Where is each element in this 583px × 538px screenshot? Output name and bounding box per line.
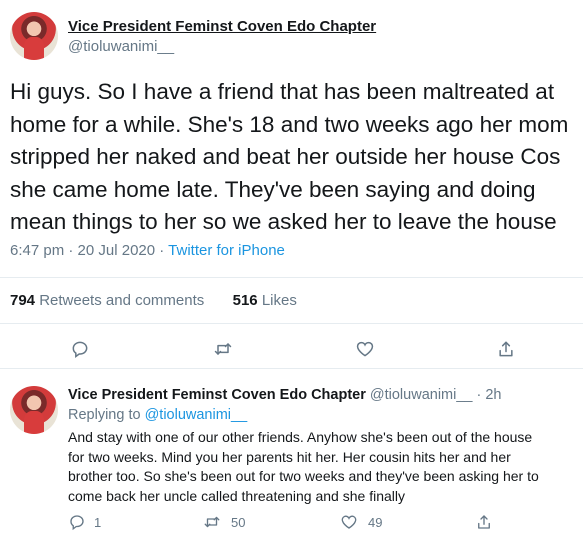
heart-icon [356, 341, 374, 357]
retweets-stat[interactable]: 794 Retweets and comments [10, 292, 204, 309]
tweet-text-line: she came home late. They've been saying … [10, 176, 536, 202]
share-icon [499, 341, 513, 357]
author-handle[interactable]: @tioluwanimi__ [68, 38, 174, 55]
tweet-text-line: mean things to her so we asked her to le… [10, 209, 557, 234]
reply-retweet-button[interactable]: 50 [203, 513, 245, 531]
reply-text-line: for two weeks. Mind you her parents hit … [68, 448, 511, 465]
reply-button[interactable] [70, 339, 90, 359]
likes-count: 516 [232, 292, 258, 309]
replying-to-handle[interactable]: @tioluwanimi__ [145, 407, 248, 423]
tweet-text: Hi guys. So I have a friend that has bee… [10, 76, 570, 239]
author-name[interactable]: Vice President Feminst Coven Edo Chapter [68, 18, 376, 35]
retweet-count: 50 [231, 514, 246, 530]
retweet-icon [204, 516, 220, 528]
reply-avatar[interactable] [10, 386, 58, 434]
reply-comment-button[interactable]: 1 [68, 513, 101, 531]
tweet-text-line: stripped her naked and beat her outside … [10, 144, 561, 169]
avatar[interactable] [10, 12, 58, 60]
reply-text: And stay with one of our other friends. … [68, 428, 573, 506]
tweet-timestamp[interactable]: 6:47 pm · 20 Jul 2020 · [10, 242, 168, 259]
share-icon [478, 515, 490, 529]
retweet-icon [214, 343, 232, 355]
tweet-meta: 6:47 pm · 20 Jul 2020 · Twitter for iPho… [10, 242, 285, 259]
share-button[interactable] [496, 339, 516, 359]
retweets-label: Retweets and comments [35, 292, 205, 309]
divider [0, 323, 583, 324]
reply-count: 1 [94, 514, 102, 530]
tweet-source-link[interactable]: Twitter for iPhone [168, 242, 285, 259]
reply-text-line: And stay with one of our other friends. … [68, 429, 533, 445]
tweet-text-line: home for a while. She's 18 and two weeks… [10, 111, 569, 137]
reply-text-line: brother too. So she's been out for two w… [68, 468, 539, 484]
comment-icon [70, 515, 84, 531]
like-button[interactable] [355, 339, 375, 359]
retweet-button[interactable] [213, 339, 233, 359]
reply-text-line: come back her uncle called threatening a… [68, 487, 405, 504]
reply-header: Vice President Feminst Coven Edo Chapter… [68, 387, 502, 403]
reply-handle-time[interactable]: @tioluwanimi__ · 2h [366, 387, 502, 403]
divider [0, 277, 583, 278]
likes-stat[interactable]: 516 Likes [233, 292, 297, 309]
like-count: 49 [368, 514, 383, 530]
reply-like-button[interactable]: 49 [340, 513, 382, 531]
reply-author-name[interactable]: Vice President Feminst Coven Edo Chapter [68, 387, 366, 403]
tweet-stats: 794 Retweets and comments 516 Likes [10, 292, 297, 309]
likes-label: Likes [257, 292, 297, 309]
replying-to-label: Replying to [68, 407, 145, 423]
retweets-count: 794 [10, 292, 36, 309]
reply-share-button[interactable] [475, 513, 493, 531]
divider [0, 368, 583, 369]
heart-icon [341, 515, 357, 529]
tweet-text-line: Hi guys. So I have a friend that has bee… [10, 79, 555, 104]
replying-to: Replying to @tioluwanimi__ [68, 407, 247, 423]
comment-icon [72, 341, 88, 358]
